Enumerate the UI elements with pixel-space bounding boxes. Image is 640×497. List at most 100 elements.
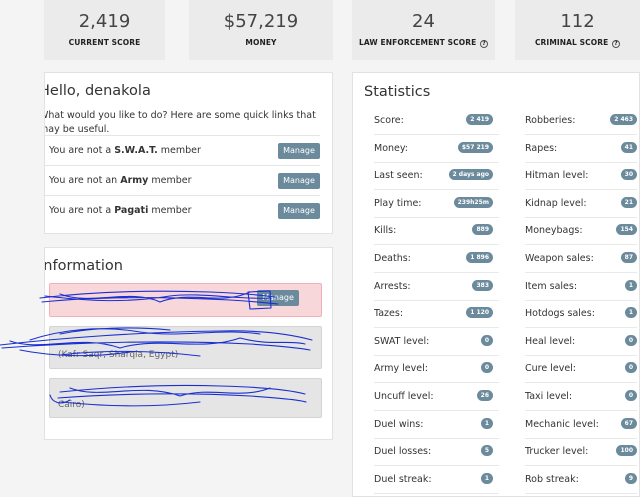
stat-row-divider: [374, 437, 499, 439]
stat-row-value-badge: 889: [472, 224, 493, 236]
stat-row-label: Hotdogs sales:: [525, 308, 595, 320]
stat-row-divider: [525, 437, 637, 439]
stat-row-value-badge: 2 days ago: [448, 169, 493, 181]
stat-row-label: Duel losses:: [374, 446, 432, 458]
stat-row-value-badge: 1: [624, 279, 637, 291]
stat-row-label: Deaths:: [374, 253, 411, 264]
stat-value: 24: [412, 11, 435, 32]
swat-membership-row: You are not a S.W.A.T. member Manage: [45, 135, 320, 165]
manage-button[interactable]: Manage: [257, 290, 299, 306]
stat-row-divider: [525, 161, 637, 163]
pagati-membership-row: You are not a Pagati member Manage: [45, 195, 320, 225]
stat-row-label: Rob streak:: [525, 473, 579, 485]
help-icon[interactable]: ?: [612, 40, 621, 48]
stat-row-value-badge: 100: [616, 445, 637, 457]
stat-row-divider: [374, 410, 499, 411]
stat-row-value-badge: 2 419: [466, 114, 493, 125]
stat-row-divider: [374, 272, 499, 273]
stat-row: Kidnap level: 21: [525, 196, 637, 212]
stat-row-value-badge: 154: [616, 224, 637, 236]
stat-row-value-badge: 383: [472, 279, 493, 291]
stat-row-label: Kills:: [374, 225, 397, 237]
stat-row-value-badge: 0: [480, 362, 493, 374]
manage-army-button[interactable]: Manage: [278, 173, 320, 189]
stat-row: Item sales: 1: [525, 279, 637, 295]
stat-row: Uncuff level: 26: [374, 389, 493, 405]
info-alert-danger: Manage: [49, 283, 322, 317]
stat-row-value-badge: 0: [624, 362, 637, 374]
stat-row-divider: [525, 327, 637, 329]
stat-row-divider: [525, 299, 637, 301]
info-alert-text: (Kafr Saqr, Sharqia, Egypt): [58, 350, 179, 360]
stat-value: 2,419: [78, 11, 131, 32]
stat-row-divider: [525, 189, 637, 191]
membership-text: You are not a Pagati member: [49, 205, 192, 216]
stat-row-divider: [374, 465, 499, 467]
stat-row: Money: $57 219: [374, 141, 493, 157]
stat-row-value-badge: 1 896: [466, 252, 493, 263]
stat-label: CRIMINAL SCORE ?: [515, 38, 640, 48]
stat-row-divider: [525, 216, 637, 218]
stat-row-value-badge: 30: [620, 169, 637, 181]
hello-subtitle: What would you like to do? Here are some…: [44, 109, 319, 137]
stat-row-label: Tazes:: [374, 308, 404, 320]
stat-row: Hitman level: 30: [525, 168, 637, 184]
stat-row: Duel wins: 1: [374, 417, 493, 433]
stat-row-label: Uncuff level:: [374, 391, 434, 402]
stat-row-divider: [374, 327, 499, 329]
stat-row-divider: [525, 410, 637, 411]
hello-title: Hello, denakola: [44, 83, 151, 99]
stat-row-value-badge: 67: [620, 417, 637, 429]
stat-current-score: 2,419 CURRENT SCORE: [44, 0, 165, 60]
information-title: Information: [44, 258, 123, 274]
membership-text: You are not a S.W.A.T. member: [49, 145, 201, 156]
stat-row: Tazes: 1 120: [374, 306, 493, 322]
stat-row: Weapon sales: 87: [525, 251, 637, 267]
stat-row-value-badge: 2 463: [610, 114, 637, 125]
stat-row-label: Rapes:: [525, 142, 558, 154]
stat-row-divider: [525, 354, 637, 356]
stat-law-enforcement-score: 24 LAW ENFORCEMENT SCORE ?: [352, 0, 495, 60]
stat-row-label: Army level:: [374, 363, 428, 375]
stat-row-value-badge: 0: [624, 334, 637, 346]
stat-row-label: Moneybags:: [525, 225, 583, 237]
stat-row-label: SWAT level:: [374, 335, 430, 347]
stat-row-label: Weapon sales:: [525, 253, 594, 264]
stat-row-divider: [525, 134, 637, 135]
manage-swat-button[interactable]: Manage: [278, 143, 320, 159]
manage-pagati-button[interactable]: Manage: [278, 203, 320, 219]
membership-text: You are not an Army member: [49, 175, 192, 186]
stat-row-label: Heal level:: [525, 335, 576, 347]
stat-row-label: Trucker level:: [525, 446, 589, 458]
stat-row-divider: [374, 161, 499, 163]
stat-row-label: Last seen:: [374, 170, 423, 182]
stat-row: Play time: 239h25m: [374, 196, 493, 212]
stat-row-value-badge: 21: [620, 196, 637, 208]
stat-row: Cure level: 0: [525, 361, 637, 377]
hello-card: Hello, denakola What would you like to d…: [44, 72, 333, 234]
stat-row-value-badge: 0: [624, 390, 637, 401]
stat-row-value-badge: 41: [620, 141, 637, 153]
stat-row-label: Hitman level:: [525, 170, 589, 182]
stat-row-value-badge: $57 219: [457, 141, 493, 153]
stat-row-value-badge: 5: [480, 445, 493, 457]
stat-row: Robberies: 2 463: [525, 113, 637, 129]
stat-row-value-badge: 1 120: [466, 307, 493, 319]
stat-money: $57,219 MONEY: [189, 0, 333, 60]
stat-row-divider: [374, 299, 499, 301]
stat-label: MONEY: [245, 38, 277, 47]
statistics-title: Statistics: [364, 84, 431, 100]
stat-row-divider: [525, 465, 637, 467]
stat-row: Duel losses: 5: [374, 444, 493, 460]
stat-row-label: Cure level:: [525, 363, 577, 375]
stat-row-divider: [374, 354, 499, 356]
help-icon[interactable]: ?: [480, 40, 489, 48]
group-name: Army: [120, 175, 149, 186]
stat-row: Heal level: 0: [525, 334, 637, 350]
stat-row-divider: [374, 134, 499, 135]
stat-row-value-badge: 0: [480, 334, 493, 346]
hello-subtitle-line: What would you like to do? Here are some…: [44, 110, 316, 121]
stat-row-divider: [525, 272, 637, 273]
stat-row: Army level: 0: [374, 361, 493, 377]
stat-label: LAW ENFORCEMENT SCORE ?: [352, 38, 495, 48]
